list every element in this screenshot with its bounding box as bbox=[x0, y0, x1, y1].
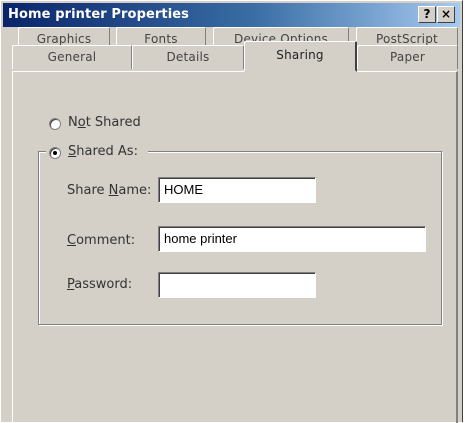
password-field[interactable] bbox=[158, 272, 316, 298]
tab-label: Sharing bbox=[276, 48, 324, 62]
tab-label: PostScript bbox=[376, 32, 438, 46]
tab-label: Paper bbox=[390, 50, 425, 64]
shared-as-radio[interactable] bbox=[49, 147, 61, 159]
title-bar[interactable]: Home printer Properties ? × bbox=[3, 3, 460, 27]
comment-field[interactable]: home printer bbox=[158, 226, 426, 252]
tab-details[interactable]: Details bbox=[132, 45, 244, 69]
close-button[interactable]: × bbox=[437, 6, 455, 23]
not-shared-radio[interactable] bbox=[49, 118, 61, 130]
tab-sharing[interactable]: Sharing bbox=[244, 41, 357, 72]
shared-as-label[interactable]: Shared As: bbox=[68, 144, 138, 159]
radio-selected-dot bbox=[53, 151, 57, 155]
tab-label: Details bbox=[166, 50, 210, 64]
properties-dialog: Home printer Properties ? × Graphics Fon… bbox=[0, 0, 463, 423]
share-name-label: Share Name: bbox=[67, 183, 152, 198]
tab-general[interactable]: General bbox=[12, 45, 132, 69]
comment-label: Comment: bbox=[67, 233, 136, 248]
close-icon: × bbox=[440, 7, 452, 21]
help-button[interactable]: ? bbox=[418, 6, 436, 23]
tab-paper[interactable]: Paper bbox=[357, 45, 458, 69]
tab-label: Fonts bbox=[144, 32, 178, 46]
tab-label: General bbox=[47, 50, 97, 64]
share-name-field[interactable]: HOME bbox=[158, 177, 316, 203]
help-icon: ? bbox=[423, 7, 431, 21]
not-shared-label[interactable]: Not Shared bbox=[68, 115, 141, 130]
tab-label: Graphics bbox=[36, 32, 92, 46]
window-title: Home printer Properties bbox=[8, 7, 190, 22]
password-label: Password: bbox=[67, 277, 133, 292]
